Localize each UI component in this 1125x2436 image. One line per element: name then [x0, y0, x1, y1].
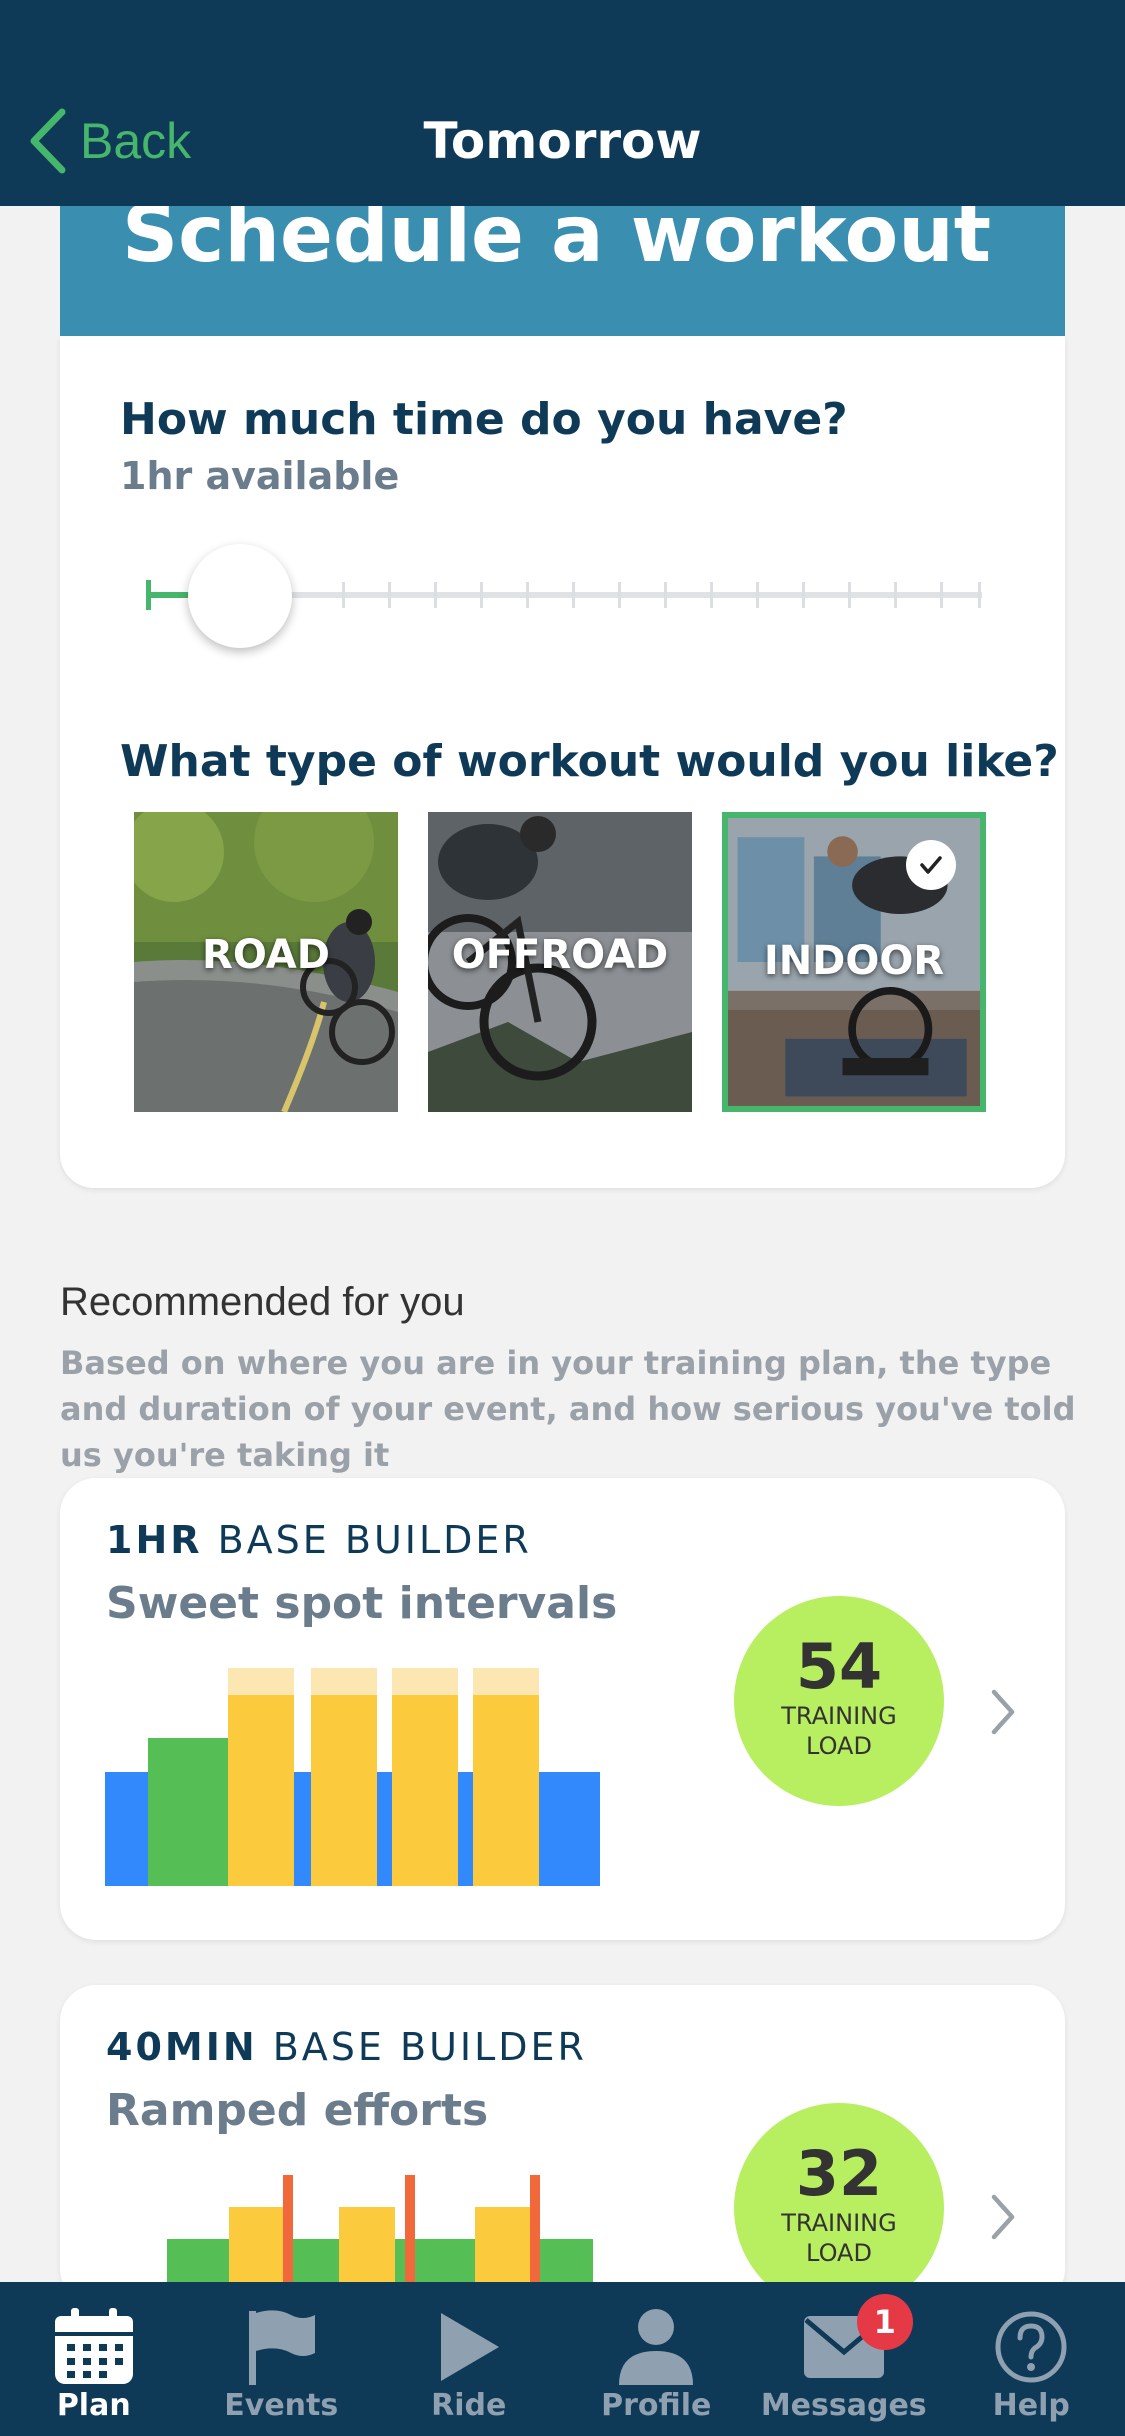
selected-check-icon — [906, 840, 956, 890]
training-load-badge: 32 TRAINING LOAD — [734, 2103, 944, 2305]
slider-tick — [572, 582, 575, 608]
slider-start-marker — [146, 580, 151, 610]
profile-bar — [392, 1668, 458, 1695]
calendar-icon — [49, 2302, 139, 2392]
profile-bar — [339, 2207, 395, 2285]
workout-type-indoor[interactable]: INDOOR — [722, 812, 986, 1112]
profile-bar — [311, 1668, 377, 1695]
profile-bar — [392, 1695, 458, 1886]
slider-tick — [480, 582, 483, 608]
workout-duration: 40MIN — [106, 2025, 258, 2069]
workout-type-road[interactable]: ROAD — [134, 812, 398, 1112]
training-load-label-2: LOAD — [806, 2239, 872, 2267]
slider-tick — [802, 582, 805, 608]
type-label: INDOOR — [763, 938, 945, 984]
time-question: How much time do you have? — [120, 394, 848, 445]
type-question: What type of workout would you like? — [120, 736, 1059, 787]
help-icon — [986, 2302, 1076, 2392]
workout-card-ramped-efforts[interactable]: 40MIN BASE BUILDER Ramped efforts 32 TRA… — [60, 1985, 1065, 2305]
profile-bar — [229, 2207, 285, 2285]
workout-name: Sweet spot intervals — [106, 1578, 618, 1629]
type-label: OFFROAD — [451, 932, 669, 978]
training-load-label-1: TRAINING — [781, 1702, 897, 1730]
profile-bar — [530, 2175, 540, 2285]
tab-label: Plan — [56, 2388, 131, 2423]
recommended-subtitle: Based on where you are in your training … — [60, 1344, 1076, 1474]
workout-duration-category: 40MIN BASE BUILDER — [106, 2025, 587, 2069]
profile-bar — [283, 2175, 293, 2285]
time-slider[interactable] — [146, 544, 982, 648]
tab-profile[interactable]: Profile — [563, 2282, 751, 2436]
tab-label: Messages — [760, 2388, 927, 2423]
slider-tick — [940, 582, 943, 608]
slider-tick — [434, 582, 437, 608]
workout-profile-chart — [105, 1668, 600, 1886]
recommended-title: Recommended for you — [60, 1280, 465, 1324]
slider-tick — [388, 582, 391, 608]
profile-bar — [311, 1695, 377, 1886]
tab-ride[interactable]: Ride — [375, 2282, 563, 2436]
nav-bar: Back Tomorrow — [0, 0, 1125, 206]
schedule-card: How much time do you have? 1hr available… — [60, 336, 1065, 1188]
workout-category: BASE BUILDER — [217, 1518, 532, 1562]
page-title: Tomorrow — [423, 112, 702, 170]
tab-label: Ride — [431, 2388, 507, 2423]
type-label: ROAD — [202, 932, 330, 978]
profile-bar — [473, 1668, 539, 1695]
slider-tick — [894, 582, 897, 608]
workout-category: BASE BUILDER — [272, 2025, 587, 2069]
flag-icon — [236, 2302, 326, 2392]
profile-bar — [475, 2207, 531, 2285]
workout-type-offroad[interactable]: OFFROAD — [428, 812, 692, 1112]
profile-bar — [148, 1738, 230, 1886]
slider-thumb[interactable] — [188, 544, 292, 648]
tab-label: Help — [992, 2388, 1070, 2423]
person-icon — [611, 2302, 701, 2392]
slider-tick — [710, 582, 713, 608]
training-load-label-1: TRAINING — [781, 2209, 897, 2237]
training-load-value: 32 — [795, 2137, 883, 2210]
slider-tick — [526, 582, 529, 608]
workout-duration-category: 1HR BASE BUILDER — [106, 1518, 532, 1562]
tab-messages[interactable]: 1 Messages — [750, 2282, 938, 2436]
training-load-badge: 54 TRAINING LOAD — [734, 1596, 944, 1806]
slider-tick — [978, 582, 981, 608]
tab-help[interactable]: Help — [938, 2282, 1125, 2436]
training-load-label-2: LOAD — [806, 1732, 872, 1760]
tab-label: Events — [224, 2388, 339, 2423]
training-load-value: 54 — [795, 1630, 883, 1703]
play-icon — [424, 2302, 514, 2392]
chevron-right-icon — [991, 1689, 1015, 1735]
workout-duration: 1HR — [106, 1518, 203, 1562]
tab-plan[interactable]: Plan — [0, 2282, 188, 2436]
time-value: 1hr available — [120, 454, 400, 498]
profile-bar — [228, 1695, 294, 1886]
profile-bar — [228, 1668, 294, 1695]
profile-bar — [473, 1695, 539, 1886]
chevron-right-icon — [991, 2194, 1015, 2240]
slider-tick — [848, 582, 851, 608]
workout-name: Ramped efforts — [106, 2085, 489, 2136]
profile-bar — [405, 2175, 415, 2285]
mail-icon: 1 — [799, 2294, 913, 2392]
schedule-header: Schedule a workout — [60, 190, 1065, 336]
workout-card-sweet-spot[interactable]: 1HR BASE BUILDER Sweet spot intervals 54… — [60, 1478, 1065, 1940]
messages-badge: 1 — [856, 2294, 913, 2350]
slider-tick — [618, 582, 621, 608]
slider-tick — [756, 582, 759, 608]
workout-profile-chart — [167, 2175, 593, 2285]
slider-tick — [342, 582, 345, 608]
tab-events[interactable]: Events — [188, 2282, 376, 2436]
tab-label: Profile — [601, 2388, 712, 2423]
slider-tick — [664, 582, 667, 608]
tab-bar: Plan Events Ride Profile 1 Messages Help — [0, 2282, 1125, 2436]
